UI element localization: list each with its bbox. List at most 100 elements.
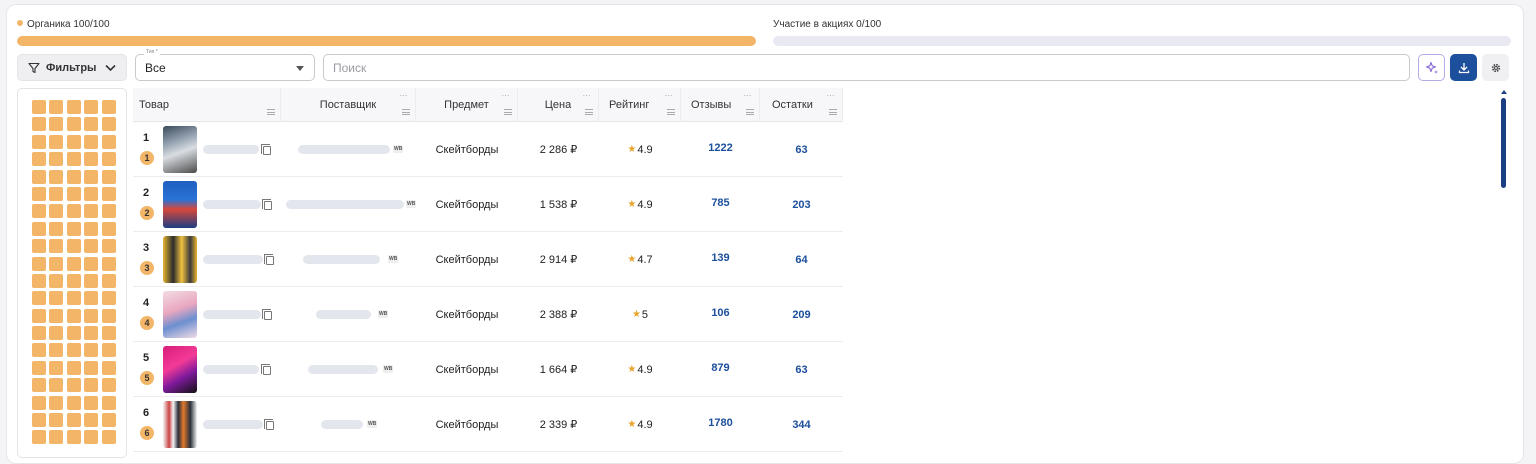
reviews-link[interactable]: 106 — [681, 285, 760, 340]
heatmap-cell[interactable] — [49, 134, 64, 149]
heatmap-cell[interactable] — [49, 204, 64, 219]
heatmap-cell[interactable] — [101, 186, 116, 201]
heatmap-cell[interactable] — [101, 308, 116, 323]
heatmap-cell[interactable] — [66, 204, 81, 219]
heatmap-cell[interactable] — [101, 430, 116, 445]
heatmap-cell[interactable] — [49, 360, 64, 375]
column-more-icon[interactable]: ⋯ — [400, 92, 409, 100]
heatmap-cell[interactable] — [49, 239, 64, 254]
copy-icon[interactable] — [264, 254, 274, 265]
column-menu-icon[interactable] — [746, 109, 754, 115]
product-name-redacted[interactable] — [203, 310, 261, 319]
product-thumbnail[interactable] — [163, 236, 197, 283]
supplier-name-redacted[interactable] — [286, 200, 404, 209]
reviews-link[interactable]: 785 — [681, 175, 760, 230]
heatmap-cell[interactable] — [49, 256, 64, 271]
heatmap-cell[interactable] — [101, 117, 116, 132]
heatmap-cell[interactable] — [32, 430, 46, 445]
heatmap-cell[interactable] — [66, 430, 81, 445]
heatmap-cell[interactable] — [32, 413, 46, 428]
heatmap-cell[interactable] — [84, 395, 99, 410]
copy-icon[interactable] — [262, 199, 272, 210]
supplier-name-redacted[interactable] — [303, 255, 380, 264]
heatmap-cell[interactable] — [49, 291, 64, 306]
column-more-icon[interactable]: ⋯ — [665, 92, 674, 100]
heatmap-cell[interactable] — [84, 308, 99, 323]
heatmap-cell[interactable] — [32, 378, 46, 393]
supplier-name-redacted[interactable] — [298, 145, 390, 154]
product-thumbnail[interactable] — [163, 181, 197, 228]
product-name-redacted[interactable] — [203, 200, 261, 209]
column-more-icon[interactable]: ⋯ — [744, 92, 753, 100]
heatmap-cell[interactable] — [49, 326, 64, 341]
filters-button[interactable]: Фильтры — [17, 54, 127, 81]
heatmap-cell[interactable] — [32, 239, 46, 254]
heatmap-cell[interactable] — [84, 134, 99, 149]
heatmap-cell[interactable] — [101, 395, 116, 410]
heatmap-cell[interactable] — [32, 169, 46, 184]
column-header-subject[interactable]: Предмет ⋯ — [416, 88, 518, 122]
table-row[interactable]: 1 1 WB Скейтборды 2 286 ₽ ★ 4.9 1222 63 — [133, 122, 843, 177]
scroll-up-arrow[interactable] — [1501, 90, 1507, 94]
copy-icon[interactable] — [264, 419, 274, 430]
heatmap-cell[interactable] — [32, 186, 46, 201]
heatmap-cell[interactable] — [101, 221, 116, 236]
heatmap-cell[interactable] — [84, 204, 99, 219]
column-header-price[interactable]: Цена ⋯ — [518, 88, 599, 122]
column-header-supplier[interactable]: Поставщик ⋯ — [281, 88, 416, 122]
column-more-icon[interactable]: ⋯ — [827, 92, 836, 100]
heatmap-cell[interactable] — [66, 378, 81, 393]
heatmap-cell[interactable] — [32, 273, 46, 288]
heatmap-cell[interactable] — [84, 430, 99, 445]
heatmap-cell[interactable] — [101, 239, 116, 254]
heatmap-cell[interactable] — [32, 256, 46, 271]
heatmap-cell[interactable] — [101, 326, 116, 341]
product-name-redacted[interactable] — [203, 420, 263, 429]
table-row[interactable]: 2 2 WB Скейтборды 1 538 ₽ ★ 4.9 785 203 — [133, 177, 843, 232]
heatmap-cell[interactable] — [66, 134, 81, 149]
reviews-link[interactable]: 1780 — [681, 395, 760, 450]
heatmap-cell[interactable] — [66, 186, 81, 201]
heatmap-cell[interactable] — [32, 221, 46, 236]
heatmap-cell[interactable] — [84, 360, 99, 375]
column-menu-icon[interactable] — [402, 109, 410, 115]
heatmap-cell[interactable] — [32, 152, 46, 167]
heatmap-cell[interactable] — [101, 100, 116, 114]
table-row[interactable]: 3 3 WB Скейтборды 2 914 ₽ ★ 4.7 139 64 — [133, 232, 843, 287]
heatmap-cell[interactable] — [101, 378, 116, 393]
copy-icon[interactable] — [261, 144, 271, 155]
heatmap-cell[interactable] — [101, 169, 116, 184]
heatmap-cell[interactable] — [49, 378, 64, 393]
heatmap-cell[interactable] — [49, 413, 64, 428]
heatmap-cell[interactable] — [101, 134, 116, 149]
copy-icon[interactable] — [262, 309, 272, 320]
column-menu-icon[interactable] — [829, 109, 837, 115]
copy-icon[interactable] — [261, 364, 271, 375]
heatmap-cell[interactable] — [32, 326, 46, 341]
column-menu-icon[interactable] — [504, 109, 512, 115]
column-menu-icon[interactable] — [667, 109, 675, 115]
product-name-redacted[interactable] — [203, 255, 263, 264]
heatmap-cell[interactable] — [66, 152, 81, 167]
table-row[interactable]: 4 4 WB Скейтборды 2 388 ₽ ★ 5 106 209 — [133, 287, 843, 342]
heatmap-cell[interactable] — [32, 308, 46, 323]
heatmap-cell[interactable] — [101, 204, 116, 219]
column-more-icon[interactable]: ⋯ — [583, 92, 592, 100]
heatmap-cell[interactable] — [84, 100, 99, 114]
heatmap-cell[interactable] — [32, 204, 46, 219]
heatmap-cell[interactable] — [32, 100, 46, 114]
heatmap-cell[interactable] — [32, 117, 46, 132]
heatmap-cell[interactable] — [49, 308, 64, 323]
heatmap-cell[interactable] — [66, 100, 81, 114]
heatmap-cell[interactable] — [84, 152, 99, 167]
heatmap-cell[interactable] — [49, 395, 64, 410]
product-thumbnail[interactable] — [163, 346, 197, 393]
heatmap-cell[interactable] — [84, 256, 99, 271]
heatmap-cell[interactable] — [66, 239, 81, 254]
stock-link[interactable]: 63 — [760, 122, 843, 177]
heatmap-cell[interactable] — [66, 308, 81, 323]
heatmap-cell[interactable] — [84, 413, 99, 428]
heatmap-cell[interactable] — [84, 186, 99, 201]
heatmap-cell[interactable] — [66, 326, 81, 341]
heatmap-cell[interactable] — [101, 343, 116, 358]
